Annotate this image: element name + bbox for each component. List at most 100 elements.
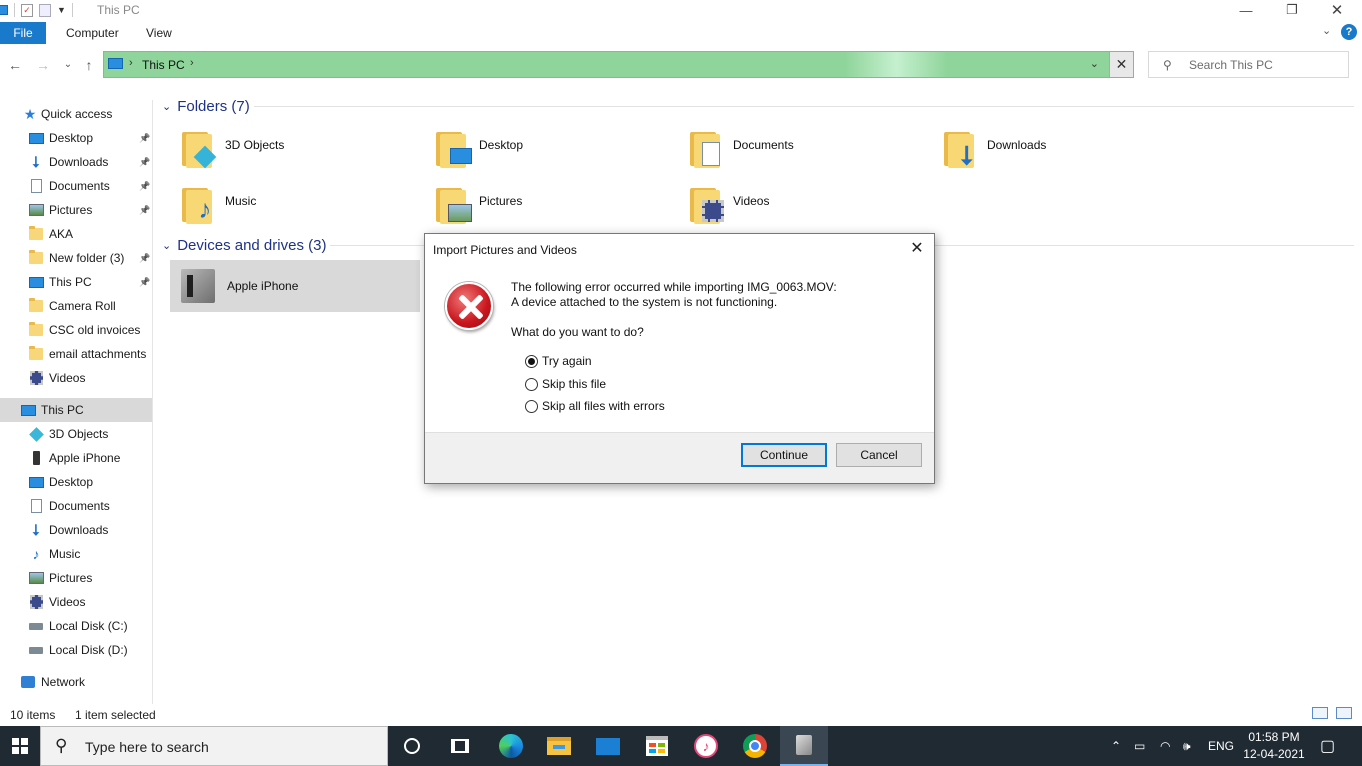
sidebar-item-3d-objects[interactable]: 3D Objects [0, 422, 152, 446]
language-indicator[interactable]: ENG [1208, 726, 1234, 766]
breadcrumb-separator-icon[interactable]: › [129, 57, 133, 69]
devices-group-header[interactable]: ⌄ Devices and drives (3) [162, 235, 326, 255]
dialog-footer: Continue Cancel [425, 432, 934, 483]
continue-button[interactable]: Continue [741, 443, 827, 467]
sidebar-item-local-disk-c[interactable]: Local Disk (C:) [0, 614, 152, 638]
folder-desktop[interactable]: Desktop [434, 128, 674, 178]
sidebar-item-email-attachments[interactable]: email attachments [0, 342, 152, 366]
sidebar-item-documents[interactable]: Documents 📌 [0, 174, 152, 198]
address-dropdown-icon[interactable]: ⌄ [1090, 57, 1099, 70]
sidebar-item-new-folder-3[interactable]: New folder (3) 📌 [0, 246, 152, 270]
tab-view[interactable]: View [146, 22, 172, 44]
large-icons-view-icon[interactable] [1336, 707, 1352, 719]
sidebar-item-label: Pictures [49, 571, 93, 585]
search-input[interactable]: Search This PC [1189, 58, 1273, 72]
tab-computer[interactable]: Computer [66, 22, 119, 44]
sidebar-item-csc-old-invoices[interactable]: CSC old invoices [0, 318, 152, 342]
device-apple-iphone[interactable]: Apple iPhone [170, 260, 420, 312]
close-button[interactable]: ✕ [1314, 0, 1360, 20]
breadcrumb-separator-icon[interactable]: › [190, 57, 194, 69]
task-view-icon[interactable] [436, 726, 484, 766]
sidebar-item-this-pc[interactable]: This PC [0, 398, 152, 422]
store-icon[interactable] [633, 726, 681, 766]
chevron-down-icon[interactable]: ⌄ [162, 239, 171, 252]
chrome-icon[interactable] [731, 726, 779, 766]
sidebar-item-desktop[interactable]: Desktop [0, 470, 152, 494]
radio-try-again[interactable] [525, 354, 538, 368]
taskbar-search-input[interactable]: Type here to search [85, 739, 209, 755]
folder-music[interactable]: ♪ Music [180, 184, 420, 234]
taskbar-search[interactable]: ⚲ Type here to search [40, 726, 388, 766]
notification-icon[interactable]: ▢ [1320, 726, 1335, 766]
sidebar-item-videos[interactable]: Videos [0, 590, 152, 614]
sidebar-item-pictures[interactable]: Pictures [0, 566, 152, 590]
start-button[interactable] [0, 726, 40, 766]
volume-icon[interactable]: 🕪 [1183, 726, 1191, 766]
sidebar-item-quick-access[interactable]: ★ Quick access [0, 102, 152, 126]
sidebar-item-desktop[interactable]: Desktop 📌 [0, 126, 152, 150]
pin-icon: 📌 [139, 132, 151, 143]
chevron-down-icon[interactable]: ⌄ [162, 100, 171, 113]
breadcrumb-this-pc[interactable]: This PC [142, 58, 185, 72]
option-skip-file[interactable]: Skip this file [525, 376, 606, 392]
clock[interactable]: 01:58 PM 12-04-2021 [1241, 729, 1307, 763]
computer-icon[interactable] [0, 5, 8, 15]
expand-ribbon-icon[interactable]: ⌄ [1322, 24, 1331, 37]
sidebar-item-documents[interactable]: Documents [0, 494, 152, 518]
pin-icon: 📌 [139, 252, 151, 263]
minimize-button[interactable]: — [1223, 0, 1269, 20]
tab-file[interactable]: File [0, 22, 46, 44]
show-hidden-icons-icon[interactable]: ⌃ [1111, 726, 1121, 766]
mail-icon[interactable] [584, 726, 632, 766]
dialog-question: What do you want to do? [511, 325, 644, 339]
folders-group-header[interactable]: ⌄ Folders (7) [162, 96, 250, 116]
up-arrow-icon[interactable]: ↑ [80, 56, 98, 74]
cancel-button[interactable]: Cancel [836, 443, 922, 467]
dialog-close-icon[interactable]: ✕ [906, 239, 928, 259]
wifi-icon[interactable]: ◠ [1160, 726, 1170, 766]
option-try-again[interactable]: Try again [525, 353, 592, 369]
radio-skip-file[interactable] [525, 377, 538, 391]
folder-downloads[interactable]: ⭣ Downloads [942, 128, 1182, 178]
itunes-icon[interactable]: ♪ [682, 726, 730, 766]
cortana-icon[interactable] [388, 726, 436, 766]
recent-locations-icon[interactable]: ⌄ [59, 56, 77, 74]
details-view-icon[interactable] [1312, 707, 1328, 719]
device-icon[interactable] [780, 726, 828, 766]
item-count: 10 items [10, 708, 56, 722]
forward-arrow-icon[interactable]: → [34, 56, 52, 74]
new-folder-icon[interactable] [39, 3, 51, 17]
back-arrow-icon[interactable]: ← [6, 56, 24, 74]
title-bar: ✓ ▼ This PC — ❐ ✕ [0, 0, 1362, 20]
edge-icon[interactable] [487, 726, 535, 766]
address-bar[interactable]: › This PC › ⌄ ✕ [103, 51, 1134, 78]
customize-toolbar-icon[interactable]: ▼ [57, 5, 66, 15]
sidebar-item-apple-iphone[interactable]: Apple iPhone [0, 446, 152, 470]
sidebar-item-camera-roll[interactable]: Camera Roll [0, 294, 152, 318]
properties-icon[interactable]: ✓ [21, 3, 33, 17]
cancel-navigation-icon[interactable]: ✕ [1109, 52, 1133, 77]
sidebar-item-label: Desktop [49, 475, 94, 489]
folder-3d-objects[interactable]: 3D Objects [180, 128, 420, 178]
sidebar-item-aka[interactable]: AKA [0, 222, 152, 246]
sidebar-item-downloads[interactable]: ⭣ Downloads 📌 [0, 150, 152, 174]
folder-pictures[interactable]: Pictures [434, 184, 674, 234]
sidebar-item-music[interactable]: ♪ Music [0, 542, 152, 566]
maximize-button[interactable]: ❐ [1269, 0, 1315, 20]
sidebar-item-label: Apple iPhone [49, 451, 121, 465]
radio-skip-all[interactable] [525, 399, 538, 413]
help-icon[interactable]: ? [1341, 24, 1357, 40]
sidebar-item-local-disk-d[interactable]: Local Disk (D:) [0, 638, 152, 662]
star-icon: ★ [23, 105, 37, 122]
file-explorer-icon[interactable] [535, 726, 583, 766]
sidebar-item-this-pc[interactable]: This PC 📌 [0, 270, 152, 294]
option-skip-all[interactable]: Skip all files with errors [525, 398, 665, 414]
folder-videos[interactable]: Videos [688, 184, 928, 234]
sidebar-item-pictures[interactable]: Pictures 📌 [0, 198, 152, 222]
sidebar-item-downloads[interactable]: ⭣ Downloads [0, 518, 152, 542]
folder-documents[interactable]: Documents [688, 128, 928, 178]
sidebar-item-network[interactable]: Network [0, 670, 152, 694]
search-box[interactable]: ⚲ Search This PC [1148, 51, 1349, 78]
sidebar-item-videos[interactable]: Videos [0, 366, 152, 390]
battery-icon[interactable]: ▭ [1134, 726, 1145, 766]
